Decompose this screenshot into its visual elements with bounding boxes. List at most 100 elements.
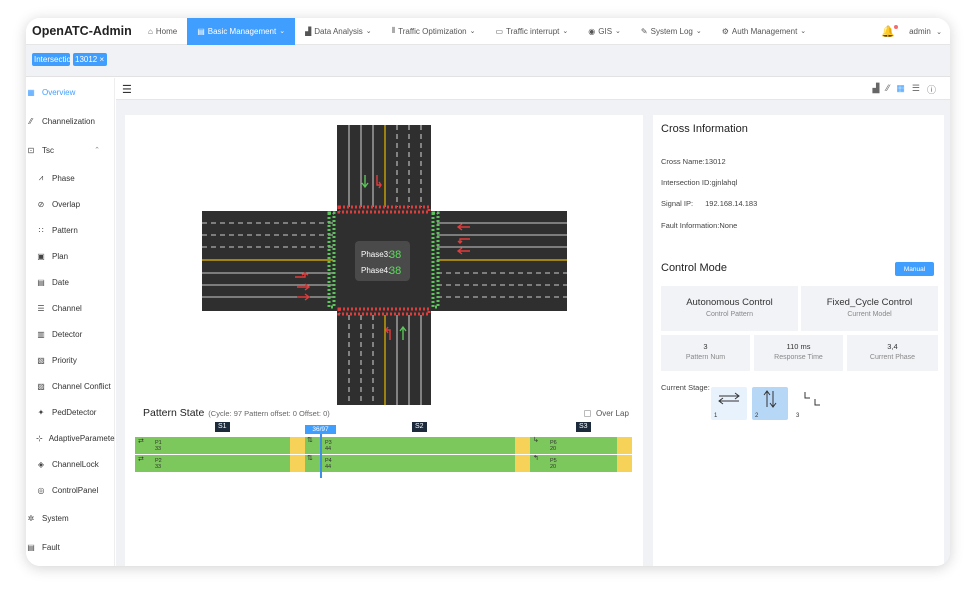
user-menu[interactable]: admin ⌄ — [909, 27, 942, 36]
sidebar-item-channel[interactable]: ☰ Channel — [36, 300, 81, 316]
phase-bar-p6[interactable] — [530, 437, 617, 454]
nav-traffic-optimization[interactable]: ⦀ Traffic Optimization ⌄ — [382, 18, 486, 45]
list-view-icon[interactable]: ☰ — [912, 83, 920, 96]
grid-view-icon[interactable]: ▦ — [896, 83, 905, 96]
stage-1-icon — [718, 392, 740, 405]
chevron-down-icon: ⌄ — [936, 28, 942, 36]
phase3-label: Phase3: — [361, 250, 390, 259]
sidebar-item-label: Date — [52, 277, 69, 287]
lock-icon: ◈ — [37, 459, 45, 469]
sidebar-item-adaptiveparameter[interactable]: ⊹ AdaptiveParameter — [36, 430, 115, 446]
nav-home[interactable]: ⌂ Home — [138, 18, 187, 45]
sidebar-item-tsc[interactable]: ⊡ Tsc ⌃ — [26, 142, 100, 158]
pattern-num-value: 3 — [703, 342, 708, 351]
phase-p4-time: 44 — [325, 464, 332, 470]
sidebar-item-peddetector[interactable]: ✦ PedDetector — [36, 404, 97, 420]
phase-p4-icon: ⇅ — [307, 455, 313, 462]
nav-auth-management-label: Auth Management — [731, 26, 798, 36]
sidebar-item-channelization[interactable]: ⁄⁄ Channelization — [26, 113, 95, 129]
phase-countdown-box — [355, 241, 410, 281]
nav-auth-management[interactable]: ⚙ Auth Management ⌄ — [712, 18, 816, 45]
sidebar-item-overlap[interactable]: ⊘ Overlap — [36, 196, 80, 212]
chevron-down-icon: ⌄ — [279, 28, 286, 35]
nav-system-log[interactable]: ✎ System Log ⌄ — [631, 18, 712, 45]
control-panel-icon: ◎ — [37, 485, 45, 495]
chevron-down-icon: ⌄ — [469, 28, 476, 35]
location-icon: ◉ — [588, 26, 596, 36]
sidebar-item-plan[interactable]: ▣ Plan — [36, 248, 68, 264]
signal-ip-label: Signal IP: — [661, 199, 694, 208]
sidebar-item-channel-conflict[interactable]: ▨ Channel Conflict — [36, 378, 110, 394]
menu-toggle-icon[interactable]: ☰ — [122, 83, 132, 96]
sidebar-item-label: Detector — [52, 329, 83, 339]
control-pattern-value: Autonomous Control — [686, 297, 773, 308]
chevron-down-icon: ⌄ — [365, 28, 372, 35]
phase-p6-icon: ↳ — [533, 437, 539, 444]
phase-bar-p6-yellow — [617, 437, 632, 454]
response-time-card: 110 ms Response Time — [754, 335, 843, 371]
stage-1-number: 1 — [714, 413, 718, 419]
priority-icon: ▧ — [37, 355, 45, 365]
sidebar-item-date[interactable]: ▤ Date — [36, 274, 69, 290]
view-switcher: ▟ ⁄⁄ ▦ ☰ ⓘ — [872, 83, 936, 96]
road-view-icon[interactable]: ⁄⁄ — [886, 83, 889, 96]
chevron-down-icon: ⌄ — [800, 28, 807, 35]
bell-icon[interactable]: 🔔 — [881, 24, 899, 38]
sidebar-item-detector[interactable]: ▥ Detector — [36, 326, 82, 342]
sidebar-item-overview[interactable]: ▦ Overview — [26, 84, 75, 100]
sidebar-item-system[interactable]: ✲ System — [26, 510, 69, 526]
tag-intersection[interactable]: Intersection — [32, 53, 70, 66]
pattern-state-title: Pattern State (Cycle: 97 Pattern offset: … — [143, 407, 330, 419]
current-phase-label: Current Phase — [869, 354, 916, 361]
stage-1[interactable]: 1 — [711, 387, 747, 420]
nav-gis[interactable]: ◉ GIS ⌄ — [578, 18, 631, 45]
nav-basic-management[interactable]: ▤ Basic Management ⌄ — [187, 18, 296, 45]
help-icon[interactable]: ⓘ — [927, 83, 936, 96]
current-model-card: Fixed_Cycle Control Current Model — [801, 286, 938, 331]
overlap-checkbox[interactable]: Over Lap — [584, 409, 629, 418]
stage-label-s3: S3 — [576, 422, 591, 432]
sidebar-item-label: Fault — [42, 542, 60, 552]
signal-icon: ⊡ — [27, 145, 35, 155]
sidebar-item-pattern[interactable]: ∷ Pattern — [36, 222, 78, 238]
toolbar: ☰ ▟ ⁄⁄ ▦ ☰ ⓘ — [116, 78, 950, 100]
chart-icon: ▟ — [305, 26, 312, 36]
phase-p2-icon: ⇄ — [138, 456, 144, 463]
bar-chart-icon[interactable]: ▟ — [872, 83, 879, 96]
nav-right: 🔔 admin ⌄ — [881, 24, 950, 38]
sidebar-item-priority[interactable]: ▧ Priority — [36, 352, 77, 368]
sidebar-item-label: PedDetector — [52, 407, 97, 417]
tag-13012[interactable]: 13012 × — [73, 53, 107, 66]
response-time-value: 110 ms — [786, 342, 811, 351]
stage-2[interactable]: 2 — [752, 387, 788, 420]
user-name: admin — [909, 26, 931, 36]
sidebar-item-fault[interactable]: ▤ Fault — [26, 539, 60, 555]
fault-info-value: None — [719, 221, 738, 230]
pattern-num-label: Pattern Num — [685, 354, 726, 361]
calendar-icon: ▤ — [37, 277, 45, 287]
sidebar-item-phase[interactable]: ⩘ Phase — [36, 170, 75, 186]
home-icon: ⌂ — [148, 26, 153, 36]
sidebar-item-label: ChannelLock — [52, 459, 99, 469]
conflict-icon: ▨ — [37, 381, 45, 391]
stage-3[interactable]: 3 — [793, 387, 829, 420]
sidebar-item-controlpanel[interactable]: ◎ ControlPanel — [36, 482, 99, 498]
cross-info-title: Cross Information — [661, 123, 748, 135]
road-icon: ⁄⁄ — [29, 116, 33, 126]
phase-bar-p1-yellow — [290, 437, 305, 454]
phase-bar-p5[interactable] — [530, 455, 617, 472]
phase-bar-p4[interactable] — [305, 455, 515, 472]
signal-ip-value: 192.168.14.183 — [705, 199, 758, 208]
cross-name-row: Cross Name:13012 — [661, 157, 726, 166]
nav-data-analysis[interactable]: ▟ Data Analysis ⌄ — [295, 18, 382, 45]
phase-p5-time: 20 — [550, 464, 557, 470]
manual-button[interactable]: Manual — [895, 262, 934, 276]
adaptive-icon: ⊹ — [36, 433, 43, 443]
phase-p3-icon: ⇅ — [307, 437, 313, 444]
sidebar-item-label: Channelization — [42, 116, 95, 126]
sidebar-item-label: Pattern — [52, 225, 78, 235]
nav-system-log-label: System Log — [650, 26, 693, 36]
phase-bar-p3[interactable] — [305, 437, 515, 454]
sidebar-item-channellock[interactable]: ◈ ChannelLock — [36, 456, 99, 472]
nav-traffic-interrupt[interactable]: ▭ Traffic interrupt ⌄ — [485, 18, 578, 45]
